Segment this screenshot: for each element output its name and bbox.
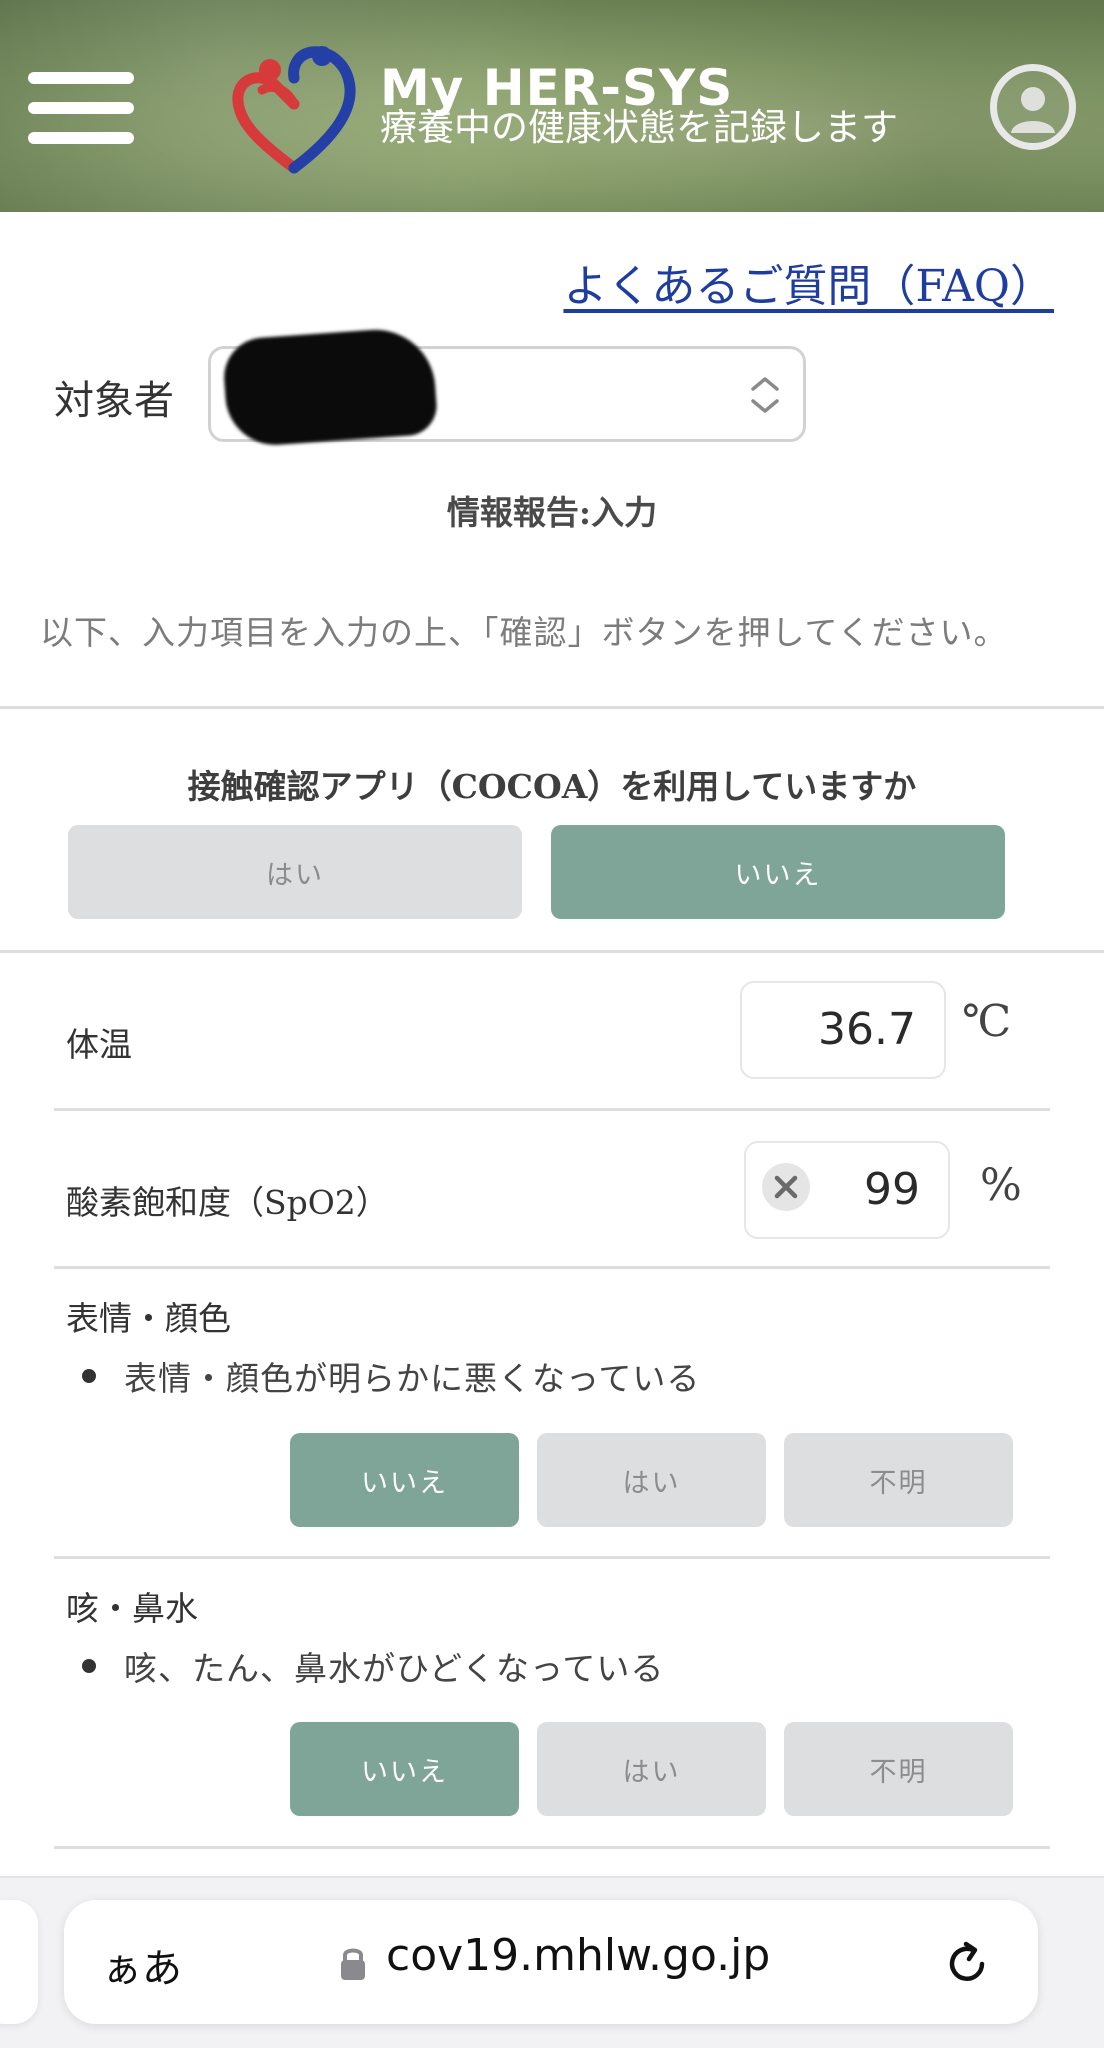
divider (54, 1556, 1050, 1559)
reader-options-button[interactable]: ぁあ (102, 1936, 182, 1994)
subject-select[interactable] (208, 325, 806, 449)
instruction-text: 以下、入力項目を入力の上、「確認」ボタンを押してください。 (40, 613, 1008, 652)
face-color-item: 表情・顔色が明らかに悪くなっている (124, 1359, 701, 1398)
face-color-unknown-button[interactable]: 不明 (784, 1433, 1013, 1527)
app-header: My HER-SYS 療養中の健康状態を記録します (0, 0, 1104, 212)
subject-label: 対象者 (54, 378, 174, 424)
lock-icon (341, 1948, 365, 1980)
temperature-label: 体温 (66, 1025, 132, 1064)
address-bar[interactable]: ぁあ cov19.mhlw.go.jp (64, 1900, 1038, 2024)
divider (54, 1266, 1050, 1269)
cough-heading: 咳・鼻水 (66, 1589, 198, 1628)
hamburger-menu-icon[interactable] (28, 72, 134, 144)
divider (0, 950, 1104, 953)
clear-icon[interactable] (762, 1163, 810, 1211)
mhlw-logo (232, 46, 356, 174)
face-color-heading: 表情・顔色 (66, 1299, 231, 1338)
bullet (82, 1659, 96, 1673)
cough-item: 咳、たん、鼻水がひどくなっている (124, 1649, 665, 1688)
cocoa-question: 接触確認アプリ（COCOA）を利用していますか (187, 767, 917, 806)
redacted-name (221, 325, 439, 449)
cough-yes-button[interactable]: はい (537, 1722, 766, 1816)
bullet (82, 1369, 96, 1383)
temperature-input[interactable]: 36.7 (740, 981, 946, 1079)
url-text: cov19.mhlw.go.jp (386, 1930, 771, 1981)
previous-tab[interactable] (0, 1900, 38, 2024)
face-color-no-button[interactable]: いいえ (290, 1433, 519, 1527)
cough-unknown-button[interactable]: 不明 (784, 1722, 1013, 1816)
divider (0, 706, 1104, 709)
temperature-unit: ℃ (962, 996, 1012, 1047)
cough-no-button[interactable]: いいえ (290, 1722, 519, 1816)
spo2-label: 酸素飽和度（SpO2） (66, 1183, 389, 1222)
cocoa-yes-button[interactable]: はい (68, 825, 522, 919)
brand-subtitle: 療養中の健康状態を記録します (380, 106, 898, 149)
browser-toolbar: ぁあ cov19.mhlw.go.jp (0, 1876, 1104, 2048)
face-color-yes-button[interactable]: はい (537, 1433, 766, 1527)
user-avatar-icon[interactable] (990, 64, 1076, 150)
select-chevron-icon (751, 377, 779, 413)
divider (54, 1846, 1050, 1849)
cocoa-no-button[interactable]: いいえ (551, 825, 1005, 919)
page-title: 情報報告:入力 (446, 493, 658, 532)
divider (54, 1108, 1050, 1111)
faq-link[interactable]: よくあるご質問（FAQ） (563, 250, 1054, 314)
spo2-unit: % (980, 1160, 1022, 1211)
reload-icon[interactable] (942, 1938, 992, 1988)
